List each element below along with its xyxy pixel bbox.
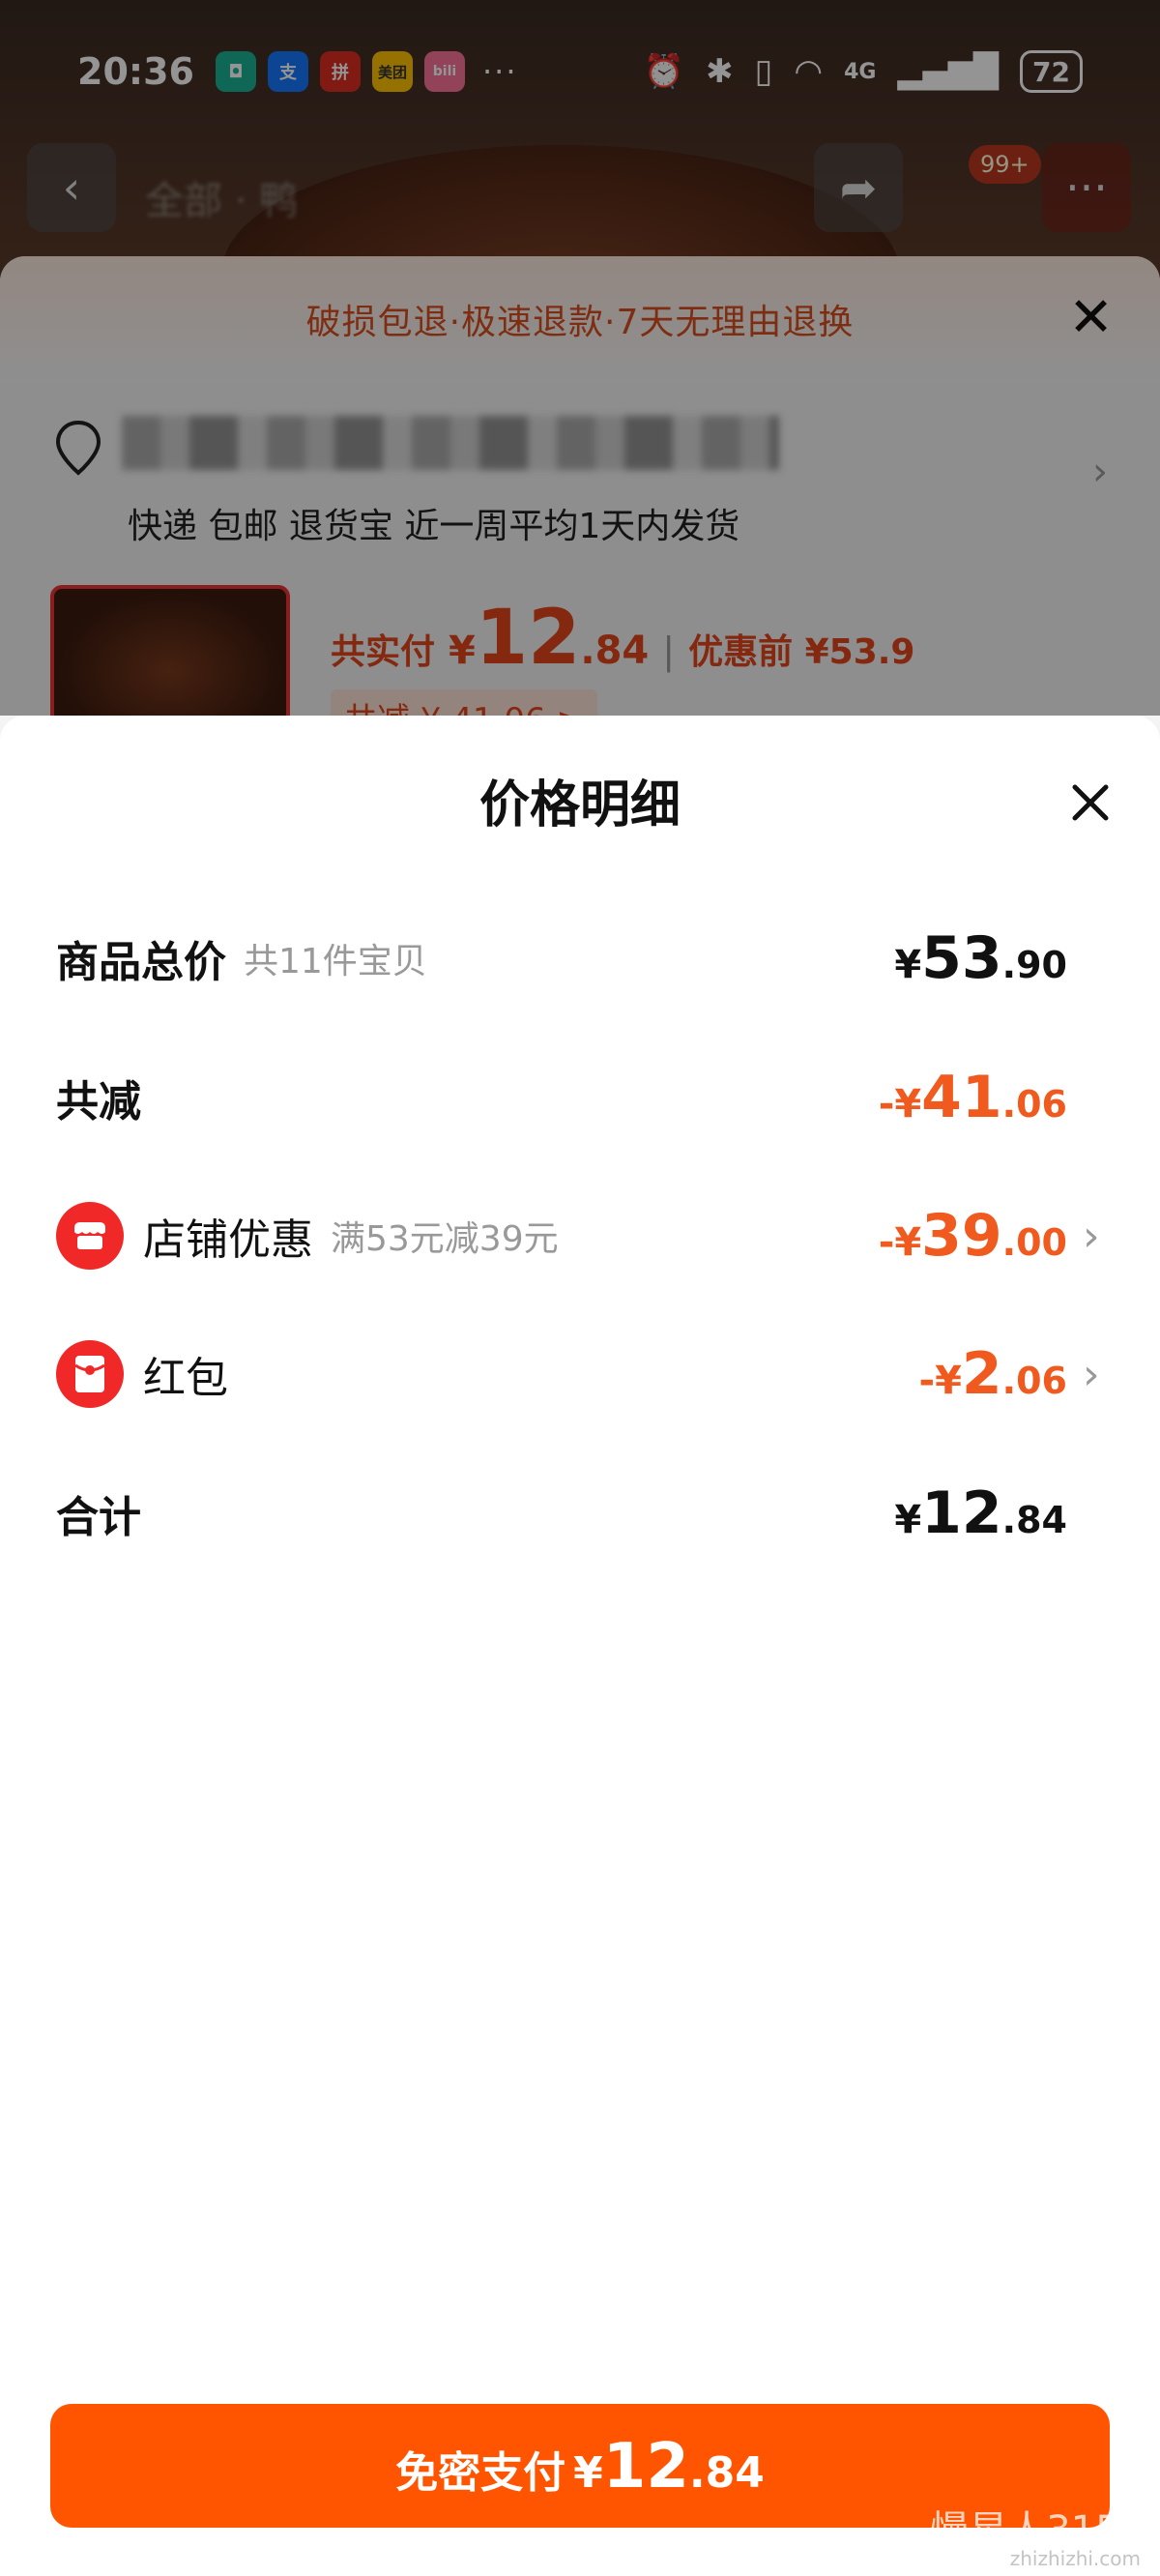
sheet-title: 价格明细	[478, 776, 681, 834]
grand-total-row: 合计 ¥12.84	[56, 1470, 1110, 1557]
red-packet-row[interactable]: 红包 -¥ 2.06 ›	[56, 1331, 1110, 1418]
shop-discount-row[interactable]: 店铺优惠 满53元减39元 -¥ 39.00 ›	[56, 1192, 1110, 1279]
price-detail-sheet: 价格明细 商品总价 共11件宝贝 ¥53.90 共减 -¥ 41.06 店铺优惠 …	[0, 716, 1160, 2576]
shop-discount-amount: -¥ 39.00	[878, 1202, 1067, 1270]
chevron-right-icon: ›	[1083, 1211, 1100, 1261]
total-discount-amount: -¥ 41.06	[878, 1064, 1067, 1131]
watermark-url: zhizhizhi.com	[1009, 2547, 1141, 2570]
grand-total-amount: ¥12.84	[894, 1479, 1067, 1547]
total-price-amount: ¥53.90	[894, 924, 1067, 992]
red-packet-amount: -¥ 2.06	[918, 1340, 1067, 1408]
pay-button-currency: ¥	[573, 2448, 603, 2498]
red-packet-label: 红包	[143, 1354, 228, 1403]
modal-dim-overlay[interactable]	[0, 0, 1160, 716]
chevron-right-icon: ›	[1083, 1349, 1100, 1399]
total-price-label: 商品总价	[56, 938, 226, 987]
shop-discount-label: 店铺优惠	[143, 1215, 313, 1265]
total-discount-label: 共减	[56, 1077, 141, 1127]
pay-button-label: 免密支付	[395, 2448, 566, 2498]
total-price-row: 商品总价 共11件宝贝 ¥53.90	[56, 915, 1110, 1002]
item-count: 共11件宝贝	[244, 942, 427, 981]
pay-button-decimal: .84	[688, 2448, 765, 2498]
shop-icon	[56, 1202, 124, 1270]
total-discount-row: 共减 -¥ 41.06	[56, 1054, 1110, 1141]
pay-button-integer: 12	[602, 2431, 689, 2503]
shop-discount-rule: 满53元减39元	[331, 1219, 559, 1259]
grand-total-label: 合计	[56, 1493, 141, 1542]
close-icon[interactable]	[1063, 776, 1117, 830]
red-packet-icon	[56, 1340, 124, 1408]
